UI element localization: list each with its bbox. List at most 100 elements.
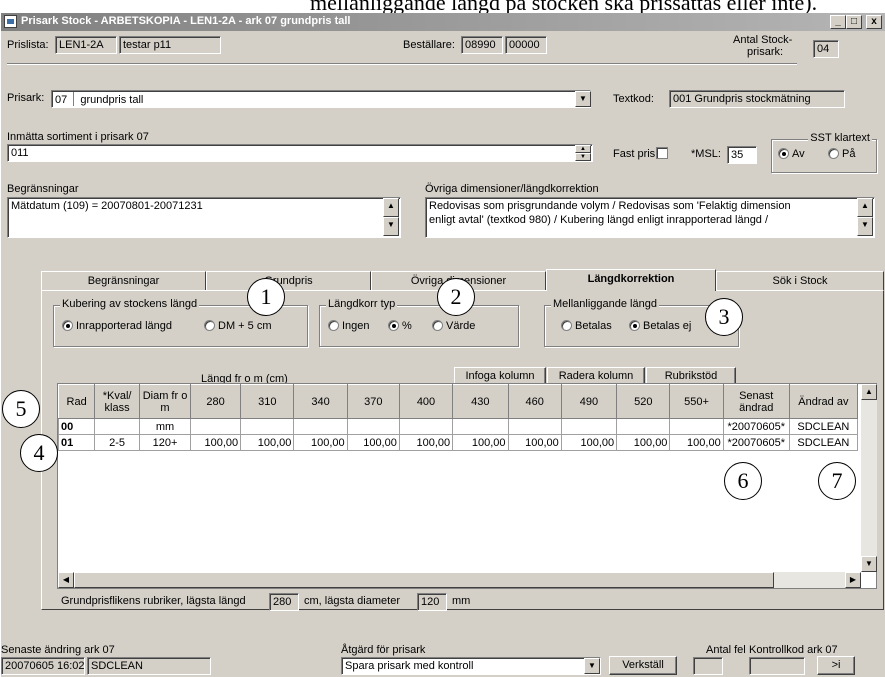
tab-begransningar[interactable]: Begränsningar xyxy=(41,271,206,291)
column-header[interactable]: 520 xyxy=(616,384,671,419)
sortiment-spin-down-icon[interactable]: ▼ xyxy=(575,153,591,161)
grid-scroll-up-icon[interactable]: ▲ xyxy=(861,384,877,400)
column-header[interactable]: 400 xyxy=(398,384,454,419)
mellan-betalas-ej-radio[interactable]: Betalas ej xyxy=(629,320,691,332)
table-cell[interactable]: mm xyxy=(138,418,192,435)
prisark-name: grundpris tall xyxy=(80,94,144,106)
radio-icon xyxy=(561,320,572,331)
kontrollkod-field xyxy=(749,657,805,675)
table-cell[interactable] xyxy=(293,418,348,435)
atgard-dropdown-icon[interactable]: ▼ xyxy=(584,658,600,674)
column-header[interactable]: 370 xyxy=(346,384,400,419)
ovriga-field[interactable]: Redovisas som prisgrundande volym / Redo… xyxy=(425,197,875,238)
prisark-code: 07 xyxy=(55,94,68,106)
table-cell[interactable]: 01 xyxy=(57,434,96,451)
sst-klartext-group: SST klartext Av På xyxy=(771,132,877,173)
column-header[interactable]: Rad xyxy=(57,384,96,419)
langdkorr-varde-radio[interactable]: Värde xyxy=(432,320,475,332)
table-cell[interactable]: 100,00 xyxy=(669,434,724,451)
table-cell[interactable]: 100,00 xyxy=(507,434,562,451)
table-cell[interactable]: SDCLEAN xyxy=(788,434,859,451)
mellanliggande-title: Mellanliggande längd xyxy=(551,298,659,310)
grid-vertical-scrollbar[interactable] xyxy=(861,384,877,572)
langdkorrektion-table: Rad *Kval/ klass Diam fr o m 280 310 340… xyxy=(57,384,859,451)
tab-sok-i-stock[interactable]: Sök i Stock xyxy=(716,271,884,291)
table-cell[interactable]: 100,00 xyxy=(190,434,242,451)
maximize-button[interactable]: □ xyxy=(846,15,862,29)
table-cell[interactable]: 100,00 xyxy=(616,434,671,451)
atgard-select[interactable]: Spara prisark med kontroll xyxy=(341,657,601,675)
verkstall-button[interactable]: Verkställ xyxy=(609,656,677,675)
bestallare-label: Beställare: xyxy=(403,39,455,51)
ovriga-label: Övriga dimensioner/längdkorrektion xyxy=(425,183,599,195)
mellan-betalas-radio[interactable]: Betalas xyxy=(561,320,612,332)
kubering-inrapporterad-radio[interactable]: Inrapporterad längd xyxy=(62,320,172,332)
table-row[interactable]: 00 mm *20070605* SDCLEAN xyxy=(57,418,859,435)
sortiment-field[interactable]: 011 xyxy=(7,144,593,162)
prisark-select[interactable]: 07 grundpris tall xyxy=(51,90,591,108)
table-cell[interactable] xyxy=(452,418,509,435)
kubering-opt2-label: DM + 5 cm xyxy=(218,320,272,332)
begransningar-scroll-up-icon[interactable]: ▲ xyxy=(383,198,399,217)
grid-scroll-right-icon[interactable]: ▶ xyxy=(845,572,861,588)
msl-field[interactable]: 35 xyxy=(727,146,757,164)
table-cell[interactable] xyxy=(669,418,724,435)
column-header[interactable]: 310 xyxy=(240,384,295,419)
table-cell[interactable] xyxy=(240,418,295,435)
tab-langdkorrektion[interactable]: Längdkorrektion xyxy=(546,269,716,291)
table-row[interactable]: 01 2-5 120+ 100,00 100,00 100,00 100,00 … xyxy=(57,434,859,451)
table-cell[interactable]: 100,00 xyxy=(293,434,348,451)
begransningar-scroll-down-icon[interactable]: ▼ xyxy=(383,217,399,236)
column-header[interactable]: 490 xyxy=(560,384,618,419)
column-header[interactable]: 550+ xyxy=(669,384,724,419)
table-cell[interactable] xyxy=(616,418,671,435)
tab-grundpris[interactable]: Grundpris xyxy=(206,271,371,291)
column-header[interactable]: 280 xyxy=(190,384,242,419)
minimize-button[interactable]: _ xyxy=(830,15,846,29)
table-cell[interactable]: *20070605* xyxy=(722,418,790,435)
table-cell[interactable]: 2-5 xyxy=(94,434,140,451)
table-cell[interactable] xyxy=(190,418,242,435)
column-header[interactable]: Senast ändrad xyxy=(722,384,790,419)
table-cell[interactable]: 100,00 xyxy=(398,434,454,451)
table-cell[interactable]: 100,00 xyxy=(560,434,618,451)
table-cell[interactable]: 100,00 xyxy=(452,434,509,451)
column-header[interactable]: *Kval/ klass xyxy=(94,384,140,419)
grid-scroll-left-icon[interactable]: ◀ xyxy=(58,572,74,588)
table-cell[interactable]: SDCLEAN xyxy=(788,418,859,435)
begransningar-field[interactable]: Mätdatum (109) = 20070801-20071231 xyxy=(7,197,401,238)
table-cell[interactable]: 120+ xyxy=(138,434,192,451)
column-header[interactable]: 460 xyxy=(507,384,562,419)
ovriga-scroll-up-icon[interactable]: ▲ xyxy=(857,198,873,217)
table-cell[interactable] xyxy=(507,418,562,435)
ovriga-scroll-down-icon[interactable]: ▼ xyxy=(857,217,873,236)
kubering-dm-radio[interactable]: DM + 5 cm xyxy=(204,320,271,332)
table-cell[interactable] xyxy=(398,418,454,435)
fast-pris-checkbox[interactable] xyxy=(656,147,668,159)
table-cell[interactable] xyxy=(346,418,400,435)
table-cell[interactable]: 100,00 xyxy=(240,434,295,451)
table-cell[interactable]: 100,00 xyxy=(346,434,400,451)
langdkorr-ingen-radio[interactable]: Ingen xyxy=(328,320,370,332)
langdkorr-procent-radio[interactable]: % xyxy=(388,320,412,332)
sst-pa-radio[interactable]: På xyxy=(828,148,855,160)
column-header[interactable]: 340 xyxy=(293,384,348,419)
grid-horizontal-thumb[interactable] xyxy=(74,572,774,588)
grid-scroll-down-icon[interactable]: ▼ xyxy=(861,556,877,572)
close-button[interactable]: x xyxy=(866,15,882,29)
app-icon xyxy=(4,15,17,28)
prisark-dropdown-icon[interactable]: ▼ xyxy=(575,91,591,107)
table-header-row: Rad *Kval/ klass Diam fr o m 280 310 340… xyxy=(57,384,859,419)
table-cell[interactable] xyxy=(560,418,618,435)
column-header[interactable]: Ändrad av xyxy=(788,384,859,419)
table-cell[interactable]: *20070605* xyxy=(722,434,790,451)
goto-button[interactable]: >i xyxy=(817,656,855,675)
column-header[interactable]: 430 xyxy=(452,384,509,419)
callout-1: 1 xyxy=(247,278,285,316)
sst-av-radio[interactable]: Av xyxy=(778,148,805,160)
sortiment-spin-up-icon[interactable]: ▲ xyxy=(575,145,591,153)
textkod-field: 001 Grundpris stockmätning xyxy=(669,90,845,108)
table-cell[interactable]: 00 xyxy=(57,418,96,435)
table-cell[interactable] xyxy=(94,418,140,435)
column-header[interactable]: Diam fr o m xyxy=(138,384,192,419)
